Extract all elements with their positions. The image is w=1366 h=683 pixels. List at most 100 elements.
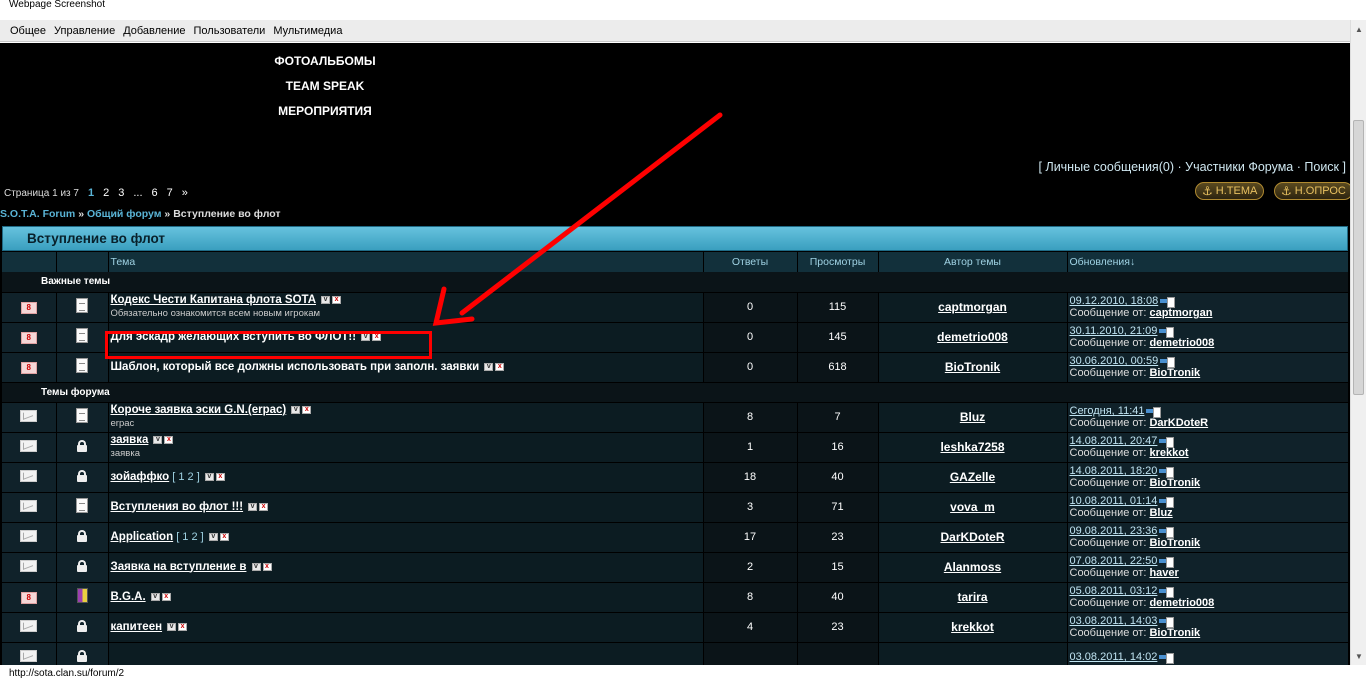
last-post-date-link[interactable]: 30.11.2010, 21:09 — [1070, 325, 1158, 337]
go-to-last-post-icon[interactable] — [1159, 526, 1175, 538]
col-topic[interactable]: Тема — [108, 252, 704, 272]
last-post-date-link[interactable]: 03.08.2011, 14:02 — [1070, 651, 1158, 663]
last-poster-link[interactable]: DarKDoteR — [1149, 417, 1208, 429]
author-link[interactable]: krekkot — [951, 620, 994, 634]
banner-link-teamspeak[interactable]: TEAM SPEAK — [230, 79, 420, 93]
breadcrumb-root[interactable]: S.O.T.A. Forum — [0, 208, 75, 220]
topic-title-link[interactable]: Кодекс Чести Капитана флота SOTA — [111, 294, 317, 306]
close-icon[interactable]: x — [215, 472, 225, 481]
go-to-last-post-icon[interactable] — [1159, 586, 1175, 598]
last-poster-link[interactable]: demetrio008 — [1149, 337, 1214, 349]
close-icon[interactable]: x — [262, 562, 272, 571]
close-icon[interactable]: x — [219, 532, 229, 541]
page-2-link[interactable]: 2 — [103, 187, 109, 199]
col-updates[interactable]: Обновления↓ — [1067, 252, 1349, 272]
breadcrumb-forum[interactable]: Общий форум — [87, 208, 162, 220]
last-poster-link[interactable]: Bluz — [1149, 507, 1172, 519]
go-to-last-post-icon[interactable] — [1146, 406, 1162, 418]
download-icon[interactable]: v — [153, 436, 163, 445]
last-post-date-link[interactable]: 14.08.2011, 20:47 — [1070, 435, 1158, 447]
close-icon[interactable]: x — [161, 592, 171, 601]
close-icon[interactable]: x — [302, 406, 312, 415]
author-link[interactable]: demetrio008 — [937, 330, 1008, 344]
close-icon[interactable]: x — [495, 362, 505, 371]
last-post-date-link[interactable]: 30.06.2010, 00:59 — [1070, 355, 1159, 367]
author-link[interactable]: Alanmoss — [944, 560, 1001, 574]
menu-item-users[interactable]: Пользователи — [194, 25, 266, 37]
banner-link-photoalbums[interactable]: ФОТОАЛЬБОМЫ — [230, 54, 420, 68]
download-icon[interactable]: v — [251, 562, 261, 571]
scroll-up-icon[interactable]: ▲ — [1351, 22, 1366, 38]
go-to-last-post-icon[interactable] — [1159, 556, 1175, 568]
go-to-last-post-icon[interactable] — [1159, 326, 1175, 338]
download-icon[interactable]: v — [208, 532, 218, 541]
last-post-date-link[interactable]: 09.12.2010, 18:08 — [1070, 295, 1159, 307]
topic-title-link[interactable]: Заявка на вступление в — [111, 561, 247, 573]
topic-title-link[interactable]: заявка — [111, 434, 149, 446]
go-to-last-post-icon[interactable] — [1159, 466, 1175, 478]
topic-title-link[interactable]: капитеен — [111, 621, 163, 633]
close-icon[interactable]: x — [259, 502, 269, 511]
scrollbar-thumb[interactable] — [1353, 120, 1364, 395]
col-replies[interactable]: Ответы — [703, 252, 798, 272]
menu-item-add[interactable]: Добавление — [123, 25, 185, 37]
download-icon[interactable]: v — [150, 592, 160, 601]
last-post-date-link[interactable]: 14.08.2011, 18:20 — [1070, 465, 1158, 477]
last-poster-link[interactable]: krekkot — [1149, 447, 1188, 459]
download-icon[interactable]: v — [167, 622, 177, 631]
new-topic-button[interactable]: ⚓ Н.ТЕМА — [1195, 182, 1265, 200]
close-icon[interactable]: x — [164, 436, 174, 445]
menu-item-media[interactable]: Мультимедиа — [273, 25, 342, 37]
topic-title-link[interactable]: зойаффко — [111, 471, 170, 483]
private-messages-link[interactable]: Личные сообщения(0) — [1045, 160, 1174, 174]
page-3-link[interactable]: 3 — [118, 187, 124, 199]
last-poster-link[interactable]: BioTronik — [1149, 537, 1200, 549]
author-link[interactable]: vova_m — [950, 500, 995, 514]
last-poster-link[interactable]: BioTronik — [1149, 477, 1200, 489]
go-to-last-post-icon[interactable] — [1159, 616, 1175, 628]
last-poster-link[interactable]: BioTronik — [1149, 627, 1200, 639]
topic-title-link[interactable]: Шаблон, который все должны использовать … — [111, 361, 480, 373]
author-link[interactable]: tarira — [957, 590, 987, 604]
vertical-scrollbar[interactable]: ▲ ▼ — [1350, 20, 1366, 665]
last-post-date-link[interactable]: Сегодня, 11:41 — [1070, 405, 1145, 417]
last-poster-link[interactable]: demetrio008 — [1149, 597, 1214, 609]
topic-title-link[interactable]: Application — [111, 531, 174, 543]
go-to-last-post-icon[interactable] — [1160, 356, 1176, 368]
download-icon[interactable]: v — [484, 362, 494, 371]
page-next-link[interactable]: » — [182, 187, 188, 199]
last-poster-link[interactable]: haver — [1149, 567, 1178, 579]
author-link[interactable]: leshka7258 — [940, 440, 1004, 454]
last-poster-link[interactable]: BioTronik — [1149, 367, 1200, 379]
last-post-date-link[interactable]: 09.08.2011, 23:36 — [1070, 525, 1158, 537]
go-to-last-post-icon[interactable] — [1159, 496, 1175, 508]
topic-pages[interactable]: [ 1 2 ] — [176, 531, 204, 543]
download-icon[interactable]: v — [248, 502, 258, 511]
scroll-down-icon[interactable]: ▼ — [1351, 649, 1366, 665]
close-icon[interactable]: x — [178, 622, 188, 631]
last-post-date-link[interactable]: 07.08.2011, 22:50 — [1070, 555, 1158, 567]
author-link[interactable]: captmorgan — [938, 300, 1007, 314]
author-link[interactable]: Bluz — [960, 410, 985, 424]
go-to-last-post-icon[interactable] — [1159, 436, 1175, 448]
menu-item-general[interactable]: Общее — [10, 25, 46, 37]
topic-title-link[interactable]: Вступления во флот !!! — [111, 501, 244, 513]
topic-title-link[interactable]: B.G.A. — [111, 591, 146, 603]
topic-title-link[interactable]: Короче заявка эски G.N.(erpac) — [111, 404, 287, 416]
search-link[interactable]: Поиск — [1304, 160, 1339, 174]
new-poll-button[interactable]: ⚓ Н.ОПРОС — [1274, 182, 1350, 200]
author-link[interactable]: BioTronik — [945, 360, 1000, 374]
page-6-link[interactable]: 6 — [152, 187, 158, 199]
go-to-last-post-icon[interactable] — [1159, 652, 1175, 664]
last-post-date-link[interactable]: 03.08.2011, 14:03 — [1070, 615, 1158, 627]
last-post-date-link[interactable]: 10.08.2011, 01:14 — [1070, 495, 1158, 507]
author-link[interactable]: GAZelle — [950, 470, 995, 484]
close-icon[interactable]: x — [332, 296, 342, 305]
go-to-last-post-icon[interactable] — [1160, 296, 1176, 308]
download-icon[interactable]: v — [291, 406, 301, 415]
download-icon[interactable]: v — [321, 296, 331, 305]
col-views[interactable]: Просмотры — [797, 252, 879, 272]
col-author[interactable]: Автор темы — [878, 252, 1068, 272]
last-post-date-link[interactable]: 05.08.2011, 03:12 — [1070, 585, 1158, 597]
members-link[interactable]: Участники Форума — [1185, 160, 1293, 174]
